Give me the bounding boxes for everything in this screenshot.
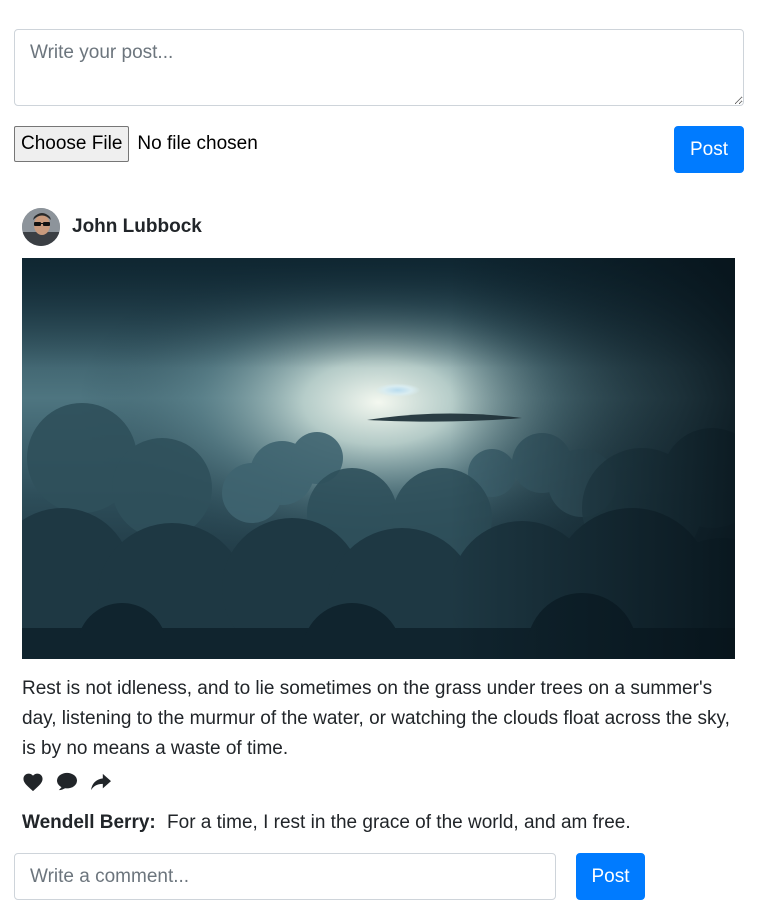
- comment-author[interactable]: Wendell Berry:: [22, 812, 156, 833]
- post-textarea[interactable]: [14, 29, 744, 106]
- choose-file-button[interactable]: Choose File: [14, 126, 130, 162]
- comment-icon[interactable]: [56, 772, 78, 792]
- avatar[interactable]: [22, 208, 60, 246]
- post-text: Rest is not idleness, and to lie sometim…: [22, 678, 730, 759]
- file-upload: Choose File No file chosen: [14, 126, 258, 162]
- post-comment-button[interactable]: Post: [576, 853, 645, 900]
- post-actions: [22, 772, 112, 792]
- post-image: [22, 258, 735, 659]
- comment-input[interactable]: [14, 853, 556, 900]
- comment-text: For a time, I rest in the grace of the w…: [167, 812, 631, 833]
- comment: Wendell Berry: For a time, I rest in the…: [22, 810, 631, 836]
- post-author-row: John Lubbock: [22, 208, 202, 246]
- post-author-name[interactable]: John Lubbock: [72, 216, 202, 238]
- share-icon[interactable]: [90, 772, 112, 792]
- heart-icon[interactable]: [22, 772, 44, 792]
- post-button[interactable]: Post: [674, 126, 744, 173]
- file-status-text: No file chosen: [137, 133, 258, 154]
